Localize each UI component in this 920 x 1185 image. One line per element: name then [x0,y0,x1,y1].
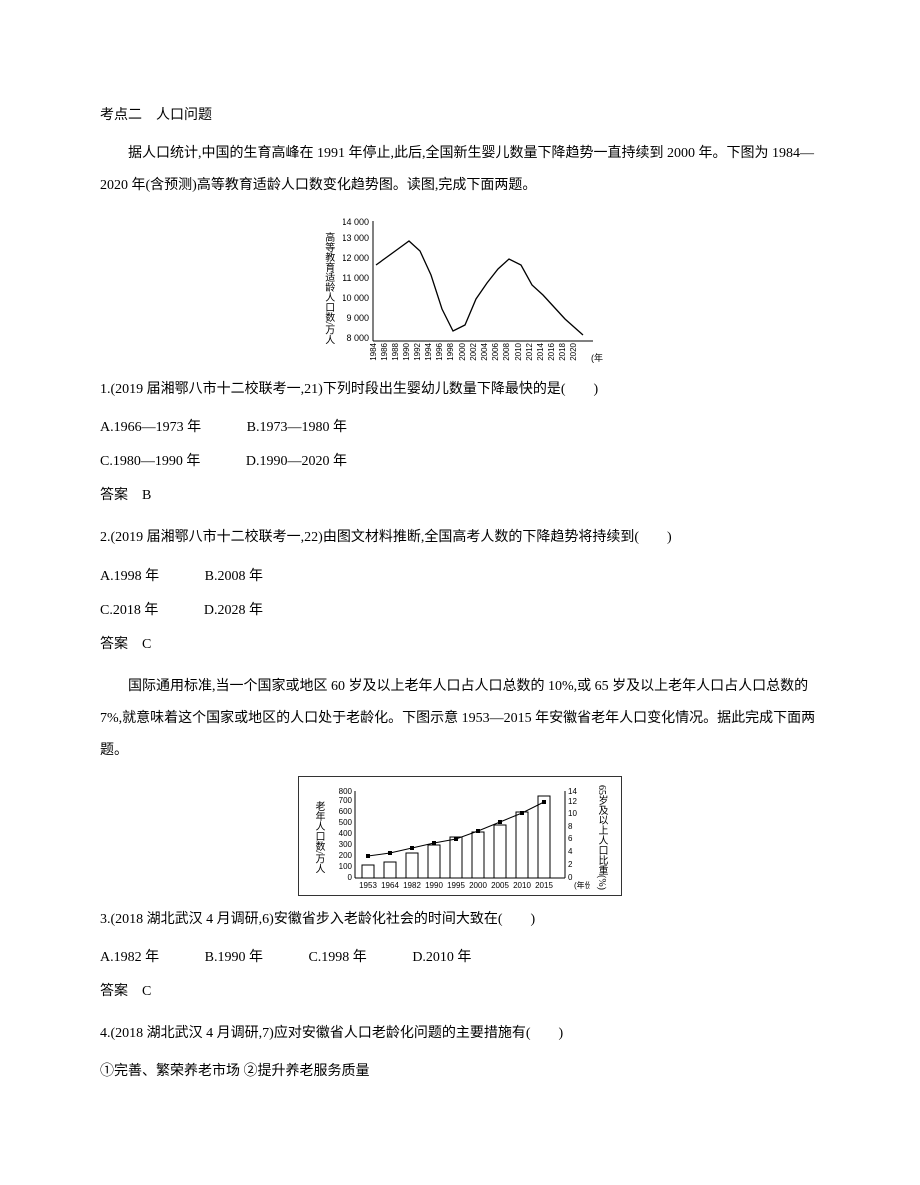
svg-text:2000: 2000 [458,342,467,360]
chart2-ylabel-right: 65岁及以上人口比重(%) [590,785,613,890]
q4-subopts: ①完善、繁荣养老市场 ②提升养老服务质量 [100,1056,820,1088]
q1-answer: 答案 B [100,480,820,512]
chart-1: 高等教育适龄人口数/万人 8 000 9 000 10 000 11 000 1… [100,211,820,366]
svg-text:2005: 2005 [491,881,509,890]
svg-text:0: 0 [348,873,353,882]
svg-text:12: 12 [568,797,577,806]
svg-text:2020: 2020 [569,342,578,360]
q1-option-a: A.1966—1973 年 [100,412,201,444]
svg-text:2004: 2004 [480,342,489,360]
q3-option-b: B.1990 年 [205,942,263,974]
svg-text:2015: 2015 [535,881,553,890]
svg-text:1998: 1998 [446,342,455,360]
svg-text:2014: 2014 [536,342,545,360]
svg-text:2012: 2012 [525,342,534,360]
svg-text:2018: 2018 [558,342,567,360]
svg-text:600: 600 [339,807,353,816]
svg-text:300: 300 [339,840,353,849]
svg-text:12 000: 12 000 [343,253,369,263]
q2-option-b: B.2008 年 [205,561,263,593]
q1-option-c: C.1980—1990 年 [100,446,200,478]
chart2-ylabel-left: 老年人口数/万人 [307,801,330,874]
svg-text:10: 10 [568,809,577,818]
q3-stem: 3.(2018 湖北武汉 4 月调研,6)安徽省步入老龄化社会的时间大致在( ) [100,904,820,936]
svg-text:2008: 2008 [502,342,511,360]
svg-text:200: 200 [339,851,353,860]
svg-text:4: 4 [568,847,573,856]
svg-text:700: 700 [339,796,353,805]
chart2-svg: 0 100 200 300 400 500 600 700 800 0 2 4 … [330,783,590,893]
svg-text:800: 800 [339,787,353,796]
svg-text:1984: 1984 [369,342,378,360]
svg-text:2016: 2016 [547,342,556,360]
svg-text:13 000: 13 000 [343,233,369,243]
chart1-svg: 8 000 9 000 10 000 11 000 12 000 13 000 … [343,211,603,366]
svg-text:2006: 2006 [491,342,500,360]
svg-text:6: 6 [568,834,573,843]
svg-text:1990: 1990 [425,881,443,890]
svg-text:1994: 1994 [424,342,433,360]
svg-text:2010: 2010 [513,881,531,890]
svg-text:1988: 1988 [391,342,400,360]
svg-text:1982: 1982 [403,881,421,890]
q2-option-c: C.2018 年 [100,595,158,627]
q1-option-b: B.1973—1980 年 [247,412,347,444]
svg-text:8 000: 8 000 [347,333,370,343]
svg-text:100: 100 [339,862,353,871]
svg-text:2000: 2000 [469,881,487,890]
svg-text:1995: 1995 [447,881,465,890]
section-heading: 考点二 人口问题 [100,100,820,132]
svg-text:2002: 2002 [469,342,478,360]
q4-stem: 4.(2018 湖北武汉 4 月调研,7)应对安徽省人口老龄化问题的主要措施有(… [100,1018,820,1050]
svg-text:1986: 1986 [380,342,389,360]
svg-text:500: 500 [339,818,353,827]
svg-text:11 000: 11 000 [343,273,369,283]
svg-text:400: 400 [339,829,353,838]
passage-1: 据人口统计,中国的生育高峰在 1991 年停止,此后,全国新生婴儿数量下降趋势一… [100,138,820,202]
q2-answer: 答案 C [100,629,820,661]
q3-option-a: A.1982 年 [100,942,159,974]
chart1-xlabel: (年) [591,352,603,363]
svg-text:10 000: 10 000 [343,293,369,303]
q2-stem: 2.(2019 届湘鄂八市十二校联考一,22)由图文材料推断,全国高考人数的下降… [100,522,820,554]
svg-text:14: 14 [568,787,577,796]
q1-stem: 1.(2019 届湘鄂八市十二校联考一,21)下列时段出生婴幼儿数量下降最快的是… [100,374,820,406]
svg-text:2: 2 [568,860,573,869]
svg-text:1964: 1964 [381,881,399,890]
svg-text:9 000: 9 000 [347,313,370,323]
passage-2: 国际通用标准,当一个国家或地区 60 岁及以上老年人口占人口总数的 10%,或 … [100,671,820,768]
chart1-ylabel: 高等教育适龄人口数/万人 [317,232,340,345]
svg-text:1990: 1990 [402,342,411,360]
q2-option-a: A.1998 年 [100,561,159,593]
q2-option-d: D.2028 年 [204,595,263,627]
q3-answer: 答案 C [100,976,820,1008]
svg-text:0: 0 [568,873,573,882]
q3-option-d: D.2010 年 [412,942,471,974]
svg-text:1992: 1992 [413,342,422,360]
svg-text:14 000: 14 000 [343,217,369,227]
svg-text:2010: 2010 [514,342,523,360]
q3-option-c: C.1998 年 [308,942,366,974]
svg-text:8: 8 [568,822,573,831]
chart-2: 老年人口数/万人 0 100 200 300 400 500 600 [100,776,820,896]
q1-option-d: D.1990—2020 年 [246,446,347,478]
svg-text:(年份): (年份) [574,880,590,890]
chart1-yticks: 8 000 9 000 10 000 11 000 12 000 13 000 … [343,217,369,343]
svg-text:1953: 1953 [359,881,377,890]
svg-text:1996: 1996 [435,342,444,360]
